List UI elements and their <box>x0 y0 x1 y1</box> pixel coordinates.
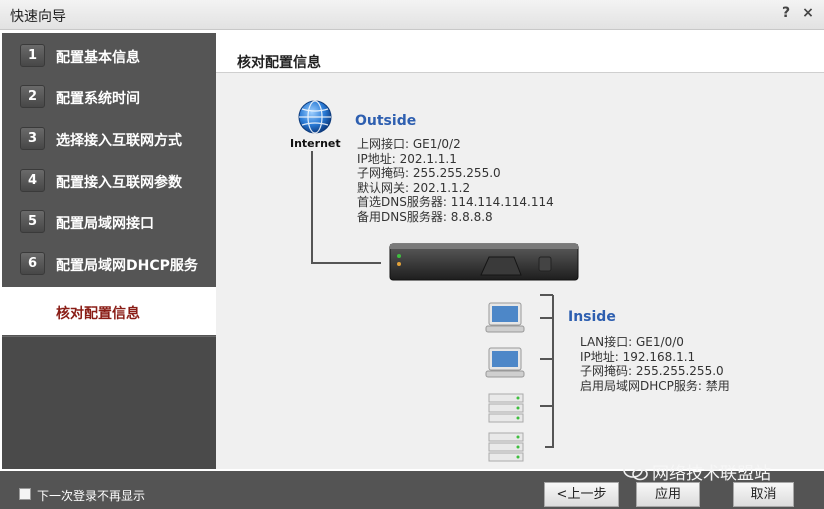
outside-secondary-dns: 备用DNS服务器: 8.8.8.8 <box>357 209 493 224</box>
outside-netmask: 子网掩码: 255.255.255.0 <box>357 166 501 180</box>
outside-info: 上网接口: GE1/0/2 IP地址: 202.1.1.1 子网掩码: 255.… <box>357 137 554 224</box>
internet-globe-icon <box>298 100 332 134</box>
help-button[interactable]: ? <box>778 5 794 23</box>
step-label: 选择接入互联网方式 <box>56 133 182 149</box>
sidebar-filler <box>2 336 216 469</box>
apply-button[interactable]: 应用 <box>636 482 700 507</box>
outside-ip: IP地址: 202.1.1.1 <box>357 151 457 166</box>
step-label: 配置基本信息 <box>56 50 140 66</box>
dont-show-checkbox[interactable] <box>19 488 31 500</box>
outside-wan-interface: 上网接口: GE1/0/2 <box>357 137 461 151</box>
step-number: 1 <box>20 44 45 67</box>
window-title: 快速向导 <box>10 9 66 25</box>
internet-label: Internet <box>290 137 341 150</box>
step-number: 5 <box>20 210 45 233</box>
step-number: 2 <box>20 85 45 108</box>
step-label: 配置系统时间 <box>56 91 140 107</box>
dont-show-label: 下一次登录不再显示 <box>37 489 146 503</box>
server-icon <box>488 432 524 462</box>
wizard-steps-sidebar: 1 配置基本信息 2 配置系统时间 3 选择接入互联网方式 4 配置接入互联网参… <box>2 33 216 469</box>
title-bar: 快速向导 ? × <box>0 0 824 30</box>
inside-title: Inside <box>568 309 616 325</box>
step-number: 3 <box>20 127 45 150</box>
step-label: 配置接入互联网参数 <box>56 175 182 191</box>
cancel-button[interactable]: 取消 <box>733 482 794 507</box>
wechat-icon <box>623 462 648 481</box>
laptop-icon <box>485 302 525 333</box>
step-number: 4 <box>20 169 45 192</box>
outside-primary-dns: 首选DNS服务器: 114.114.114.114 <box>357 195 554 209</box>
step-internet-params[interactable]: 4 配置接入互联网参数 <box>2 160 216 198</box>
firewall-device-icon <box>389 243 579 281</box>
step-label: 配置局域网DHCP服务 <box>56 258 198 274</box>
server-icon <box>488 393 524 423</box>
outside-gateway: 默认网关: 202.1.1.2 <box>357 180 471 195</box>
step-number: 6 <box>20 252 45 275</box>
step-label: 配置局域网接口 <box>56 216 154 232</box>
step-number: 7 <box>27 305 38 320</box>
main-panel: 核对配置信息 Internet Outside 上网接口: GE1/0/2 IP… <box>216 33 824 469</box>
close-button[interactable]: × <box>800 5 816 23</box>
inside-netmask: 子网掩码: 255.255.255.0 <box>580 364 724 378</box>
step-internet-mode[interactable]: 3 选择接入互联网方式 <box>2 118 216 156</box>
inside-info: LAN接口: GE1/0/0 IP地址: 192.168.1.1 子网掩码: 2… <box>580 335 730 393</box>
watermark-text: 网络技术联盟站 <box>652 464 771 484</box>
prev-button[interactable]: <上一步 <box>544 482 619 507</box>
inside-dhcp-status: 启用局域网DHCP服务: 禁用 <box>580 378 730 393</box>
step-system-time[interactable]: 2 配置系统时间 <box>2 76 216 114</box>
step-lan-interface[interactable]: 5 配置局域网接口 <box>2 201 216 239</box>
laptop-icon <box>485 347 525 378</box>
step-review-config[interactable]: 7 核对配置信息 <box>2 287 216 335</box>
step-basic-info[interactable]: 1 配置基本信息 <box>2 35 216 73</box>
inside-lan-interface: LAN接口: GE1/0/0 <box>580 335 684 349</box>
inside-ip: IP地址: 192.168.1.1 <box>580 349 696 364</box>
step-label: 核对配置信息 <box>56 306 140 322</box>
outside-title: Outside <box>355 113 417 129</box>
step-lan-dhcp[interactable]: 6 配置局域网DHCP服务 <box>2 243 216 281</box>
